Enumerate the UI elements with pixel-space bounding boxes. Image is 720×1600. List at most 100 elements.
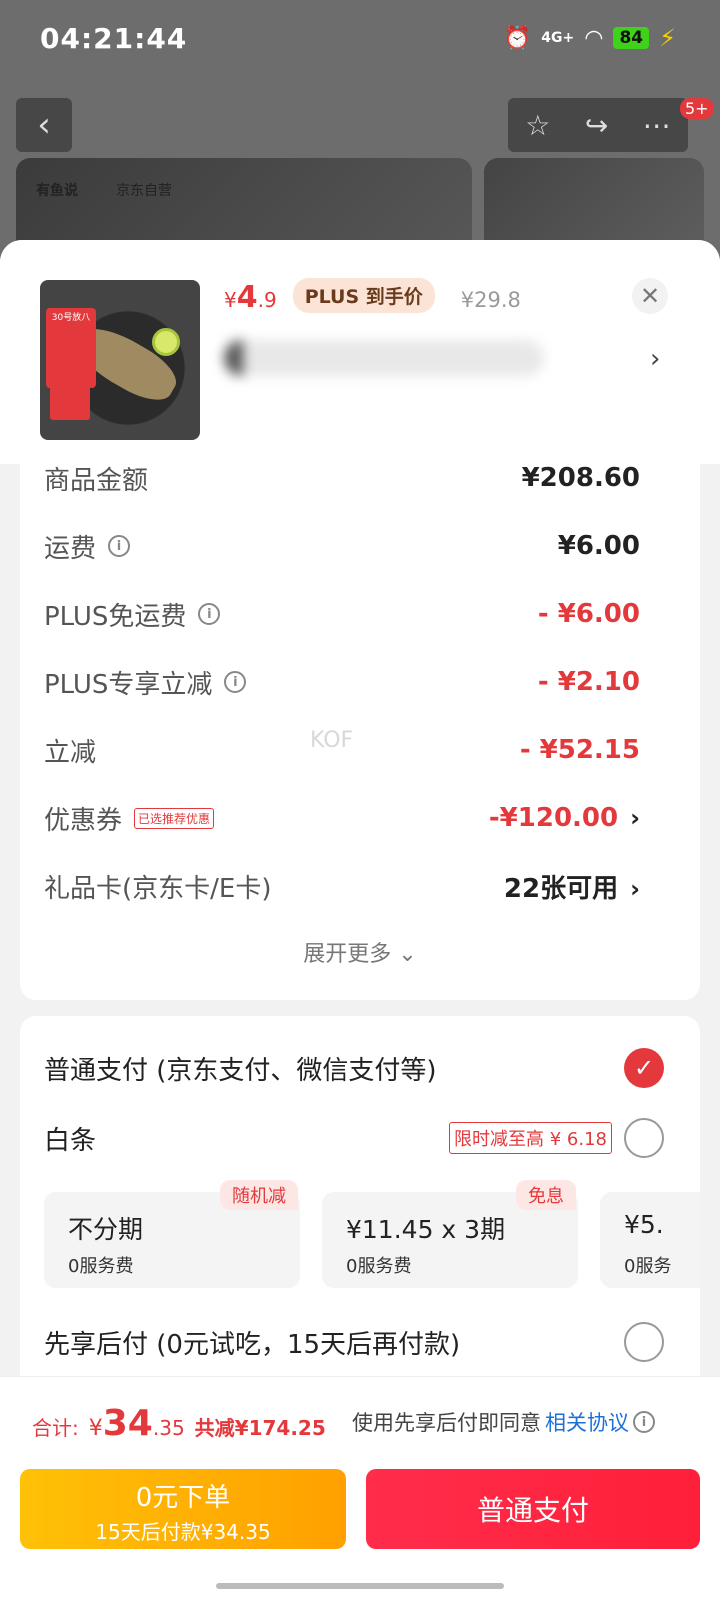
fee-value: - ¥52.15 (519, 735, 640, 765)
plan-title: ¥5. (624, 1210, 664, 1239)
installment-plan[interactable]: 随机减 不分期 0服务费 (44, 1180, 300, 1288)
chevron-left-icon: ‹ (37, 105, 51, 145)
checkout-bottom-bar: 合计: ¥ 34 .35 共减¥174.25 使用先享后付即同意 相关协议 i 0… (0, 1376, 720, 1600)
fee-row-shipping: 运费 i ¥6.00 (44, 526, 640, 566)
pay-option-later[interactable]: 先享后付 (0元试吃，15天后再付款) (44, 1320, 664, 1364)
fee-value: ¥208.60 (521, 463, 640, 493)
battery-icon: 84 (613, 27, 650, 49)
installment-plan[interactable]: ¥5. 0服务 (600, 1192, 700, 1288)
expand-more-button[interactable]: 展开更多 ⌄ (20, 936, 700, 968)
chevron-down-icon: ⌄ (398, 942, 417, 967)
pay-option-normal[interactable]: 普通支付 (京东支付、微信支付等) ✓ (44, 1046, 664, 1090)
limited-discount-tag: 限时减至高 ¥ 6.18 (449, 1122, 612, 1154)
fee-value: ¥6.00 (557, 531, 640, 561)
fee-value-wrap: 22张可用 › (504, 868, 640, 905)
pay-option-label: 普通支付 (京东支付、微信支付等) (44, 1055, 437, 1086)
charging-icon: ⚡ (659, 24, 676, 52)
original-price: ¥29.8 (460, 288, 521, 312)
baitiao-right: 限时减至高 ¥ 6.18 (449, 1118, 664, 1158)
pay-later-label: 0元下单 (135, 1483, 231, 1513)
expand-label: 展开更多 (303, 942, 392, 967)
star-icon[interactable]: ☆ (525, 109, 550, 142)
top-actions: ☆ ↪ ⋯ (508, 98, 688, 152)
fee-row-goods: 商品金额 ¥208.60 (44, 458, 640, 498)
plan-tag: 免息 (516, 1180, 576, 1210)
product-thumbnail: 30号放八 (40, 280, 200, 440)
status-bar: 04:21:44 ⏰ 4G+ ◠ 84 ⚡ (0, 0, 720, 80)
plan-fee: 0服务费 (346, 1256, 412, 1277)
fee-value: - ¥2.10 (537, 667, 640, 697)
total-saved: 共减¥174.25 (194, 1416, 326, 1440)
message-badge: 5+ (680, 98, 714, 119)
installment-plan[interactable]: 免息 ¥11.45 x 3期 0服务费 (322, 1180, 578, 1288)
plan-fee: 0服务 (624, 1256, 672, 1277)
back-button[interactable]: ‹ (16, 98, 72, 152)
info-icon[interactable]: i (224, 671, 247, 693)
fee-row-gift-card[interactable]: 礼品卡(京东卡/E卡) 22张可用 › (44, 866, 640, 906)
pay-now-button[interactable]: 普通支付 (366, 1469, 700, 1549)
check-selected-icon[interactable]: ✓ (624, 1048, 664, 1088)
radio-unselected-icon[interactable] (624, 1118, 664, 1158)
product-name-blurred (224, 340, 544, 376)
total-decimal: .35 (152, 1416, 185, 1440)
alarm-icon: ⏰ (503, 25, 532, 51)
status-time: 04:21:44 (40, 22, 188, 55)
info-icon[interactable]: i (108, 535, 131, 557)
wifi-icon: ◠ (584, 25, 604, 51)
price-line: ¥ 4 .9 PLUS 到手价 ¥29.8 (224, 278, 521, 317)
fee-value-wrap: -¥120.00 › (489, 803, 640, 833)
lemon-image (152, 328, 180, 356)
fee-label: 优惠券 (44, 805, 123, 836)
price-integer: 4 (236, 280, 258, 315)
pay-later-sublabel: 15天后付款¥34.35 (95, 1520, 271, 1544)
fee-label-wrap: PLUS免运费 i (44, 596, 221, 633)
total-currency: ¥ (88, 1416, 103, 1441)
fee-label-wrap: 优惠券 已选推荐优惠 (44, 800, 215, 837)
chevron-right-icon: › (630, 804, 640, 832)
fee-value: 22张可用 (503, 873, 619, 904)
fee-row-coupon[interactable]: 优惠券 已选推荐优惠 -¥120.00 › (44, 798, 640, 838)
agreement-line: 使用先享后付即同意 相关协议 i (352, 1407, 655, 1437)
pay-later-button[interactable]: 0元下单 15天后付款¥34.35 (20, 1469, 346, 1549)
info-icon[interactable]: i (633, 1411, 655, 1433)
home-indicator[interactable] (216, 1583, 504, 1589)
pay-option-label: 先享后付 (0元试吃，15天后再付款) (44, 1329, 461, 1360)
plan-tag: 随机减 (220, 1180, 298, 1210)
total-integer: 34 (102, 1403, 153, 1444)
promo-tag-label: 30号放八 (51, 313, 91, 323)
fee-row-plus-discount: PLUS专享立减 i - ¥2.10 (44, 662, 640, 702)
fee-label-wrap: PLUS专享立减 i (44, 664, 247, 701)
pay-option-baitiao[interactable]: 白条 限时减至高 ¥ 6.18 (44, 1116, 664, 1160)
plan-fee: 0服务费 (68, 1256, 134, 1277)
fee-label: 商品金额 (44, 465, 149, 496)
price-currency: ¥ (224, 288, 237, 312)
fee-value: - ¥6.00 (537, 599, 640, 629)
fee-label: 运费 (44, 533, 97, 564)
watermark: KOF (310, 728, 354, 753)
brand-text: 有鱼说 (36, 183, 78, 199)
close-button[interactable]: ✕ (632, 278, 668, 314)
status-icons: ⏰ 4G+ ◠ 84 ⚡ (504, 24, 676, 52)
more-icon[interactable]: ⋯ (643, 109, 671, 142)
fee-label: PLUS专享立减 (44, 669, 213, 700)
total-line: 合计: ¥ 34 .35 共减¥174.25 (32, 1403, 326, 1444)
price-decimal: .9 (257, 288, 277, 312)
fee-row-plus-free-shipping: PLUS免运费 i - ¥6.00 (44, 594, 640, 634)
signal-icon: 4G+ (541, 30, 575, 46)
pay-option-label: 白条 (44, 1125, 97, 1156)
brand-self: 京东自营 (116, 183, 172, 199)
agreement-link[interactable]: 相关协议 (545, 1407, 629, 1437)
plan-title: ¥11.45 x 3期 (346, 1215, 506, 1244)
promo-badge-image (50, 380, 90, 420)
plus-price-badge: PLUS 到手价 (292, 278, 435, 313)
share-icon[interactable]: ↪ (585, 109, 608, 142)
chevron-right-icon: › (630, 874, 640, 903)
chevron-right-icon[interactable]: › (650, 344, 660, 374)
plan-title: 不分期 (68, 1215, 144, 1244)
radio-unselected-icon[interactable] (624, 1322, 664, 1362)
fee-label: PLUS免运费 (44, 601, 187, 632)
fee-value: -¥120.00 (488, 803, 619, 833)
info-icon[interactable]: i (198, 603, 221, 625)
fee-label: 立减 (44, 737, 97, 768)
fee-label: 礼品卡(京东卡/E卡) (44, 873, 272, 904)
